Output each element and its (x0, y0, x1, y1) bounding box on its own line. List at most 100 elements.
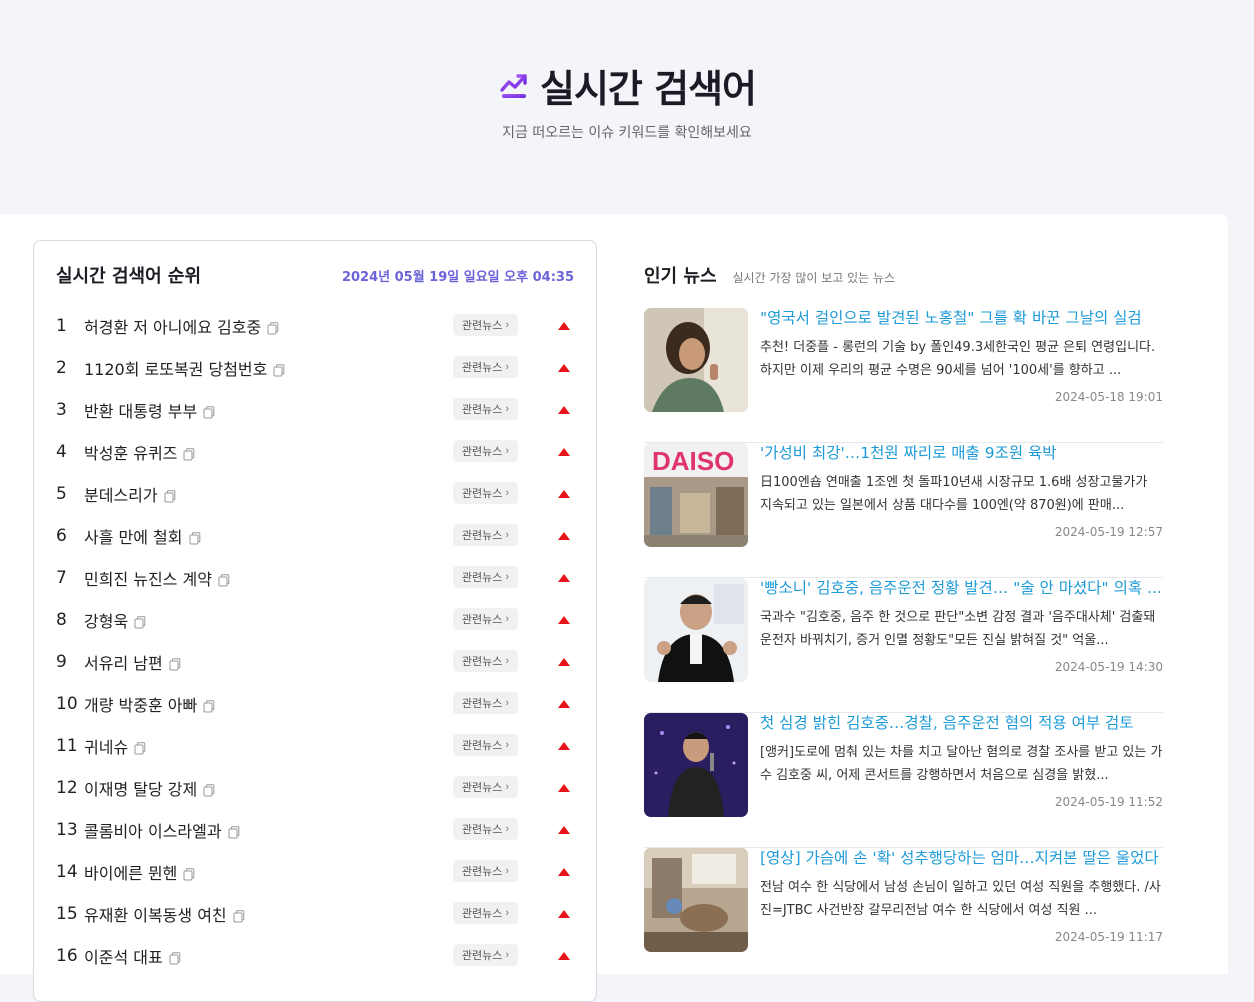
related-news-button[interactable]: 관련뉴스 › (452, 524, 518, 546)
rank-keyword[interactable]: 반환 대통령 부부 (84, 398, 215, 422)
rank-keyword-text[interactable]: 분데스리가 (84, 482, 158, 506)
news-headline[interactable]: [영상] 가슴에 손 '확' 성추행당하는 엄마…지켜본 딸은 울었다 (760, 848, 1163, 870)
rank-keyword[interactable]: 서유리 남편 (84, 650, 181, 674)
news-item[interactable]: [영상] 가슴에 손 '확' 성추행당하는 엄마…지켜본 딸은 울었다 전남 여… (644, 848, 1163, 983)
rank-number: 5 (56, 484, 67, 504)
chevron-right-icon: › (505, 445, 509, 457)
rank-keyword-text[interactable]: 박성훈 유퀴즈 (84, 440, 177, 464)
related-news-button[interactable]: 관련뉴스 › (452, 860, 518, 882)
related-news-button[interactable]: 관련뉴스 › (452, 482, 518, 504)
related-news-button[interactable]: 관련뉴스 › (452, 398, 518, 420)
copy-icon[interactable] (233, 909, 245, 923)
related-news-button[interactable]: 관련뉴스 › (452, 608, 518, 630)
copy-icon[interactable] (169, 951, 181, 965)
rank-keyword-text[interactable]: 이재명 탈당 강제 (84, 776, 197, 800)
rank-keyword[interactable]: 박성훈 유퀴즈 (84, 440, 195, 464)
news-item[interactable]: "영국서 걸인으로 발견된 노홍철" 그를 확 바꾼 그날의 실검 추천! 더중… (644, 308, 1163, 443)
ranking-title: 실시간 검색어 순위 (56, 266, 202, 287)
rank-keyword-text[interactable]: 민희진 뉴진스 계약 (84, 566, 212, 590)
trend-up-icon (558, 952, 570, 960)
copy-icon[interactable] (218, 573, 230, 587)
copy-icon[interactable] (164, 489, 176, 503)
rank-keyword[interactable]: 허경환 저 아니에요 김호중 (84, 314, 279, 338)
news-thumbnail[interactable] (644, 578, 748, 682)
related-news-label: 관련뉴스 (461, 824, 503, 836)
related-news-button[interactable]: 관련뉴스 › (452, 776, 518, 798)
trending-chart-icon (500, 73, 527, 98)
related-news-button[interactable]: 관련뉴스 › (452, 818, 518, 840)
copy-icon[interactable] (203, 783, 215, 797)
copy-icon[interactable] (134, 741, 146, 755)
related-news-button[interactable]: 관련뉴스 › (452, 650, 518, 672)
news-thumbnail[interactable] (644, 308, 748, 412)
news-item[interactable]: '빵소니' 김호중, 음주운전 정황 발견… "술 안 마셨다" 의혹 ... … (644, 578, 1163, 713)
copy-icon[interactable] (189, 531, 201, 545)
related-news-button[interactable]: 관련뉴스 › (452, 356, 518, 378)
trend-up-icon (558, 658, 570, 666)
news-thumbnail[interactable]: DAISO (644, 443, 748, 547)
rank-keyword[interactable]: 개량 박중훈 아빠 (84, 692, 215, 716)
related-news-button[interactable]: 관련뉴스 › (452, 566, 518, 588)
news-headline[interactable]: "영국서 걸인으로 발견된 노홍철" 그를 확 바꾼 그날의 실검 (760, 308, 1163, 330)
rank-keyword-text[interactable]: 반환 대통령 부부 (84, 398, 197, 422)
rank-keyword[interactable]: 유재환 이복동생 여친 (84, 902, 245, 926)
rank-keyword-text[interactable]: 이준석 대표 (84, 944, 163, 968)
rank-keyword-text[interactable]: 서유리 남편 (84, 650, 163, 674)
rank-keyword[interactable]: 이재명 탈당 강제 (84, 776, 215, 800)
trend-up-icon (558, 406, 570, 414)
rank-keyword[interactable]: 강형욱 (84, 608, 146, 632)
rank-keyword-text[interactable]: 강형욱 (84, 608, 128, 632)
copy-icon[interactable] (203, 699, 215, 713)
related-news-label: 관련뉴스 (461, 698, 503, 710)
related-news-button[interactable]: 관련뉴스 › (452, 734, 518, 756)
rank-keyword[interactable]: 바이에른 뮌헨 (84, 860, 195, 884)
news-headline[interactable]: 첫 심경 밝힌 김호중…경찰, 음주운전 혐의 적용 여부 검토 (760, 713, 1163, 735)
copy-icon[interactable] (134, 615, 146, 629)
rank-number: 6 (56, 526, 67, 546)
copy-icon[interactable] (183, 447, 195, 461)
news-thumbnail[interactable] (644, 848, 748, 952)
copy-icon[interactable] (169, 657, 181, 671)
related-news-label: 관련뉴스 (461, 740, 503, 752)
news-summary: 日100엔숍 연매출 1조엔 첫 돌파10년새 시장규모 1.6배 성장고물가가… (760, 475, 1148, 513)
rank-keyword-text[interactable]: 1120회 로또복권 당첨번호 (84, 356, 267, 380)
copy-icon[interactable] (273, 363, 285, 377)
news-body: '빵소니' 김호중, 음주운전 정황 발견… "술 안 마셨다" 의혹 ... … (760, 578, 1163, 674)
rank-keyword[interactable]: 이준석 대표 (84, 944, 181, 968)
trend-up-icon (558, 868, 570, 876)
rank-keyword-text[interactable]: 유재환 이복동생 여친 (84, 902, 227, 926)
rank-keyword-text[interactable]: 허경환 저 아니에요 김호중 (84, 314, 261, 338)
related-news-button[interactable]: 관련뉴스 › (452, 440, 518, 462)
rank-keyword-text[interactable]: 사흘 만에 철회 (84, 524, 183, 548)
rank-keyword[interactable]: 귀네슈 (84, 734, 146, 758)
rank-keyword[interactable]: 사흘 만에 철회 (84, 524, 201, 548)
copy-icon[interactable] (203, 405, 215, 419)
rank-keyword-text[interactable]: 바이에른 뮌헨 (84, 860, 177, 884)
ranking-row: 6 사흘 만에 철회 관련뉴스 › (56, 515, 574, 557)
rank-number: 7 (56, 568, 67, 588)
rank-keyword[interactable]: 1120회 로또복권 당첨번호 (84, 356, 285, 380)
news-thumbnail-image: DAISO (644, 443, 748, 547)
rank-keyword[interactable]: 민희진 뉴진스 계약 (84, 566, 230, 590)
news-item[interactable]: 첫 심경 밝힌 김호중…경찰, 음주운전 혐의 적용 여부 검토 [앵커]도로에… (644, 713, 1163, 848)
related-news-button[interactable]: 관련뉴스 › (452, 314, 518, 336)
copy-icon[interactable] (267, 321, 279, 335)
rank-keyword[interactable]: 콜롬비아 이스라엘과 (84, 818, 240, 842)
related-news-button[interactable]: 관련뉴스 › (452, 944, 518, 966)
rank-keyword-text[interactable]: 콜롬비아 이스라엘과 (84, 818, 222, 842)
news-headline[interactable]: '빵소니' 김호중, 음주운전 정황 발견… "술 안 마셨다" 의혹 ... (760, 578, 1163, 600)
news-headline[interactable]: '가성비 최강'…1천원 짜리로 매출 9조원 육박 (760, 443, 1163, 465)
news-item[interactable]: DAISO '가성비 최강'…1천원 짜리로 매출 9조원 육박 日100엔숍 … (644, 443, 1163, 578)
chevron-right-icon: › (505, 571, 509, 583)
rank-keyword[interactable]: 분데스리가 (84, 482, 176, 506)
related-news-button[interactable]: 관련뉴스 › (452, 902, 518, 924)
related-news-label: 관련뉴스 (461, 446, 503, 458)
news-thumbnail[interactable] (644, 713, 748, 817)
chevron-right-icon: › (505, 949, 509, 961)
related-news-button[interactable]: 관련뉴스 › (452, 692, 518, 714)
rank-keyword-text[interactable]: 귀네슈 (84, 734, 128, 758)
copy-icon[interactable] (228, 825, 240, 839)
ranking-row: 15 유재환 이복동생 여친 관련뉴스 › (56, 893, 574, 935)
copy-icon[interactable] (183, 867, 195, 881)
rank-keyword-text[interactable]: 개량 박중훈 아빠 (84, 692, 197, 716)
